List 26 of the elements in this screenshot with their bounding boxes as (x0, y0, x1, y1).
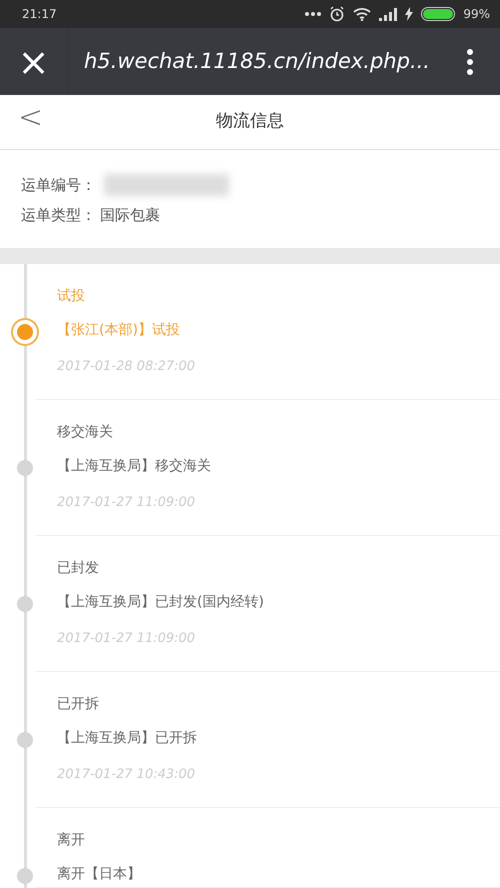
charging-icon (405, 7, 414, 21)
more-notifications-icon (305, 12, 322, 16)
event-status: 离开 (57, 831, 85, 850)
event-detail: 【上海互换局】已封发(国内经转) (57, 593, 264, 612)
waybill-type-value: 国际包裹 (100, 204, 160, 226)
more-options-icon (467, 48, 473, 74)
event-status: 移交海关 (57, 423, 113, 442)
event-detail: 【上海互换局】已开拆 (57, 729, 197, 748)
clock-time: 21:17 (22, 6, 57, 23)
waybill-number-label: 运单编号： (21, 174, 96, 196)
close-button[interactable]: × (0, 28, 68, 95)
event-detail: 【张江(本部)】试投 (57, 321, 180, 340)
event-detail: 【上海互换局】移交海关 (57, 457, 211, 476)
waybill-type-label: 运单类型： (21, 204, 96, 226)
event-status: 已封发 (57, 559, 99, 578)
event-status: 试投 (57, 287, 85, 306)
signal-icon (379, 8, 398, 20)
event-status: 已开拆 (57, 695, 99, 714)
event-detail: 离开【日本】 (57, 865, 141, 884)
page-title: 物流信息 (216, 110, 284, 134)
battery-percentage: 99% (463, 6, 490, 23)
back-button[interactable]: < (12, 103, 50, 133)
alarm-icon (329, 6, 346, 22)
wifi-icon (353, 7, 372, 21)
page-url: h5.wechat.11185.cn/index.php... (83, 48, 431, 75)
battery-icon (421, 7, 456, 21)
